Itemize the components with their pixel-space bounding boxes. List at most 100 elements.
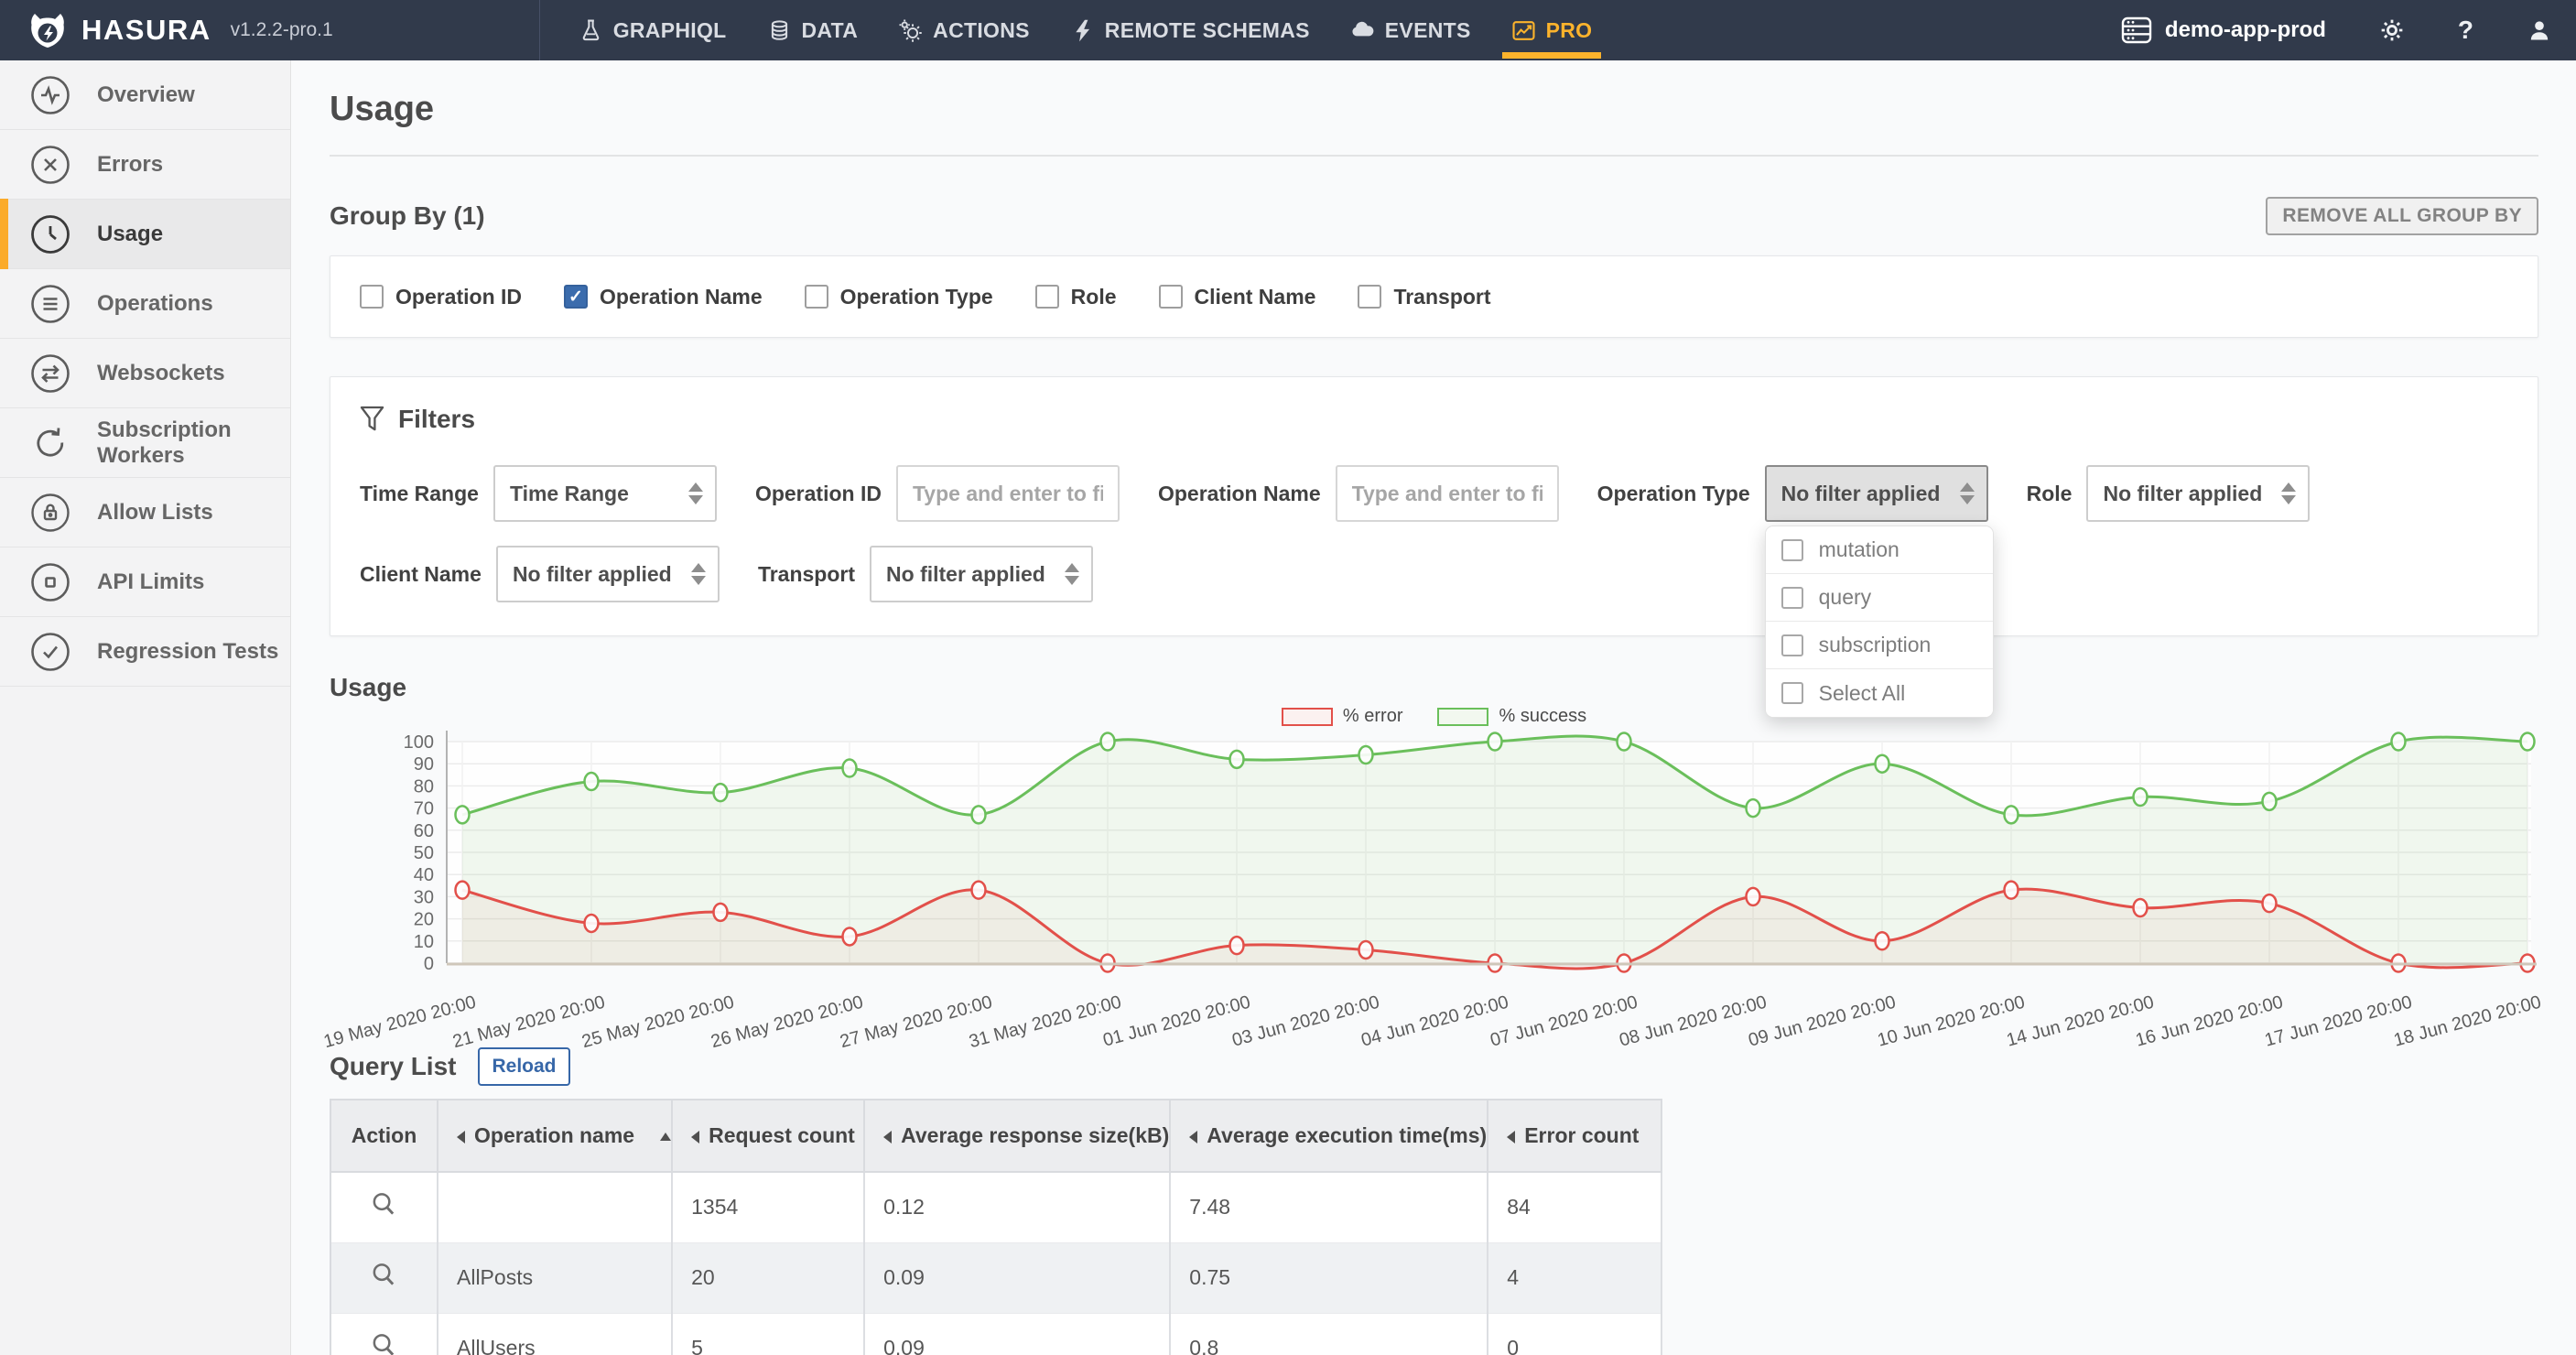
arrows-exchange-circle-icon (31, 353, 70, 393)
transport-label: Transport (757, 561, 856, 586)
sidebar-item-api-limits[interactable]: API Limits (0, 547, 290, 617)
column-header-sortable[interactable]: Average response size(kB) (864, 1100, 1172, 1173)
column-header-sortable[interactable]: Error count (1488, 1100, 1663, 1173)
operation-name-input[interactable] (1335, 465, 1559, 522)
checkbox-icon[interactable] (1158, 285, 1183, 309)
account-button[interactable] (2527, 17, 2552, 43)
database-icon (771, 19, 787, 40)
usage-line-chart: 010203040506070809010019 May 2020 20:002… (321, 731, 2543, 1052)
checkbox-checked-icon[interactable] (564, 285, 589, 309)
sidebar-item-subscription-workers[interactable]: Subscription Workers (0, 408, 290, 478)
project-switcher[interactable]: demo-app-prod (2121, 16, 2326, 44)
data-point (2261, 791, 2278, 812)
lock-circle-icon (31, 493, 70, 532)
table-cell-request_count: 1354 (672, 1172, 866, 1243)
nav-item-graphiql[interactable]: GRAPHIQL (558, 0, 747, 60)
checkbox-icon[interactable] (360, 285, 384, 309)
sidebar-item-errors[interactable]: Errors (0, 130, 290, 200)
brand[interactable]: HASURA v1.2.2-pro.1 (27, 10, 333, 50)
table-cell-error_count: 0 (1488, 1313, 1663, 1355)
sidebar-item-overview[interactable]: Overview (0, 60, 290, 130)
sidebar-item-label: Allow Lists (97, 499, 213, 525)
time-range-select[interactable]: Time Range (492, 465, 717, 522)
inspect-icon[interactable] (370, 1261, 398, 1289)
y-axis-tick: 60 (414, 821, 434, 841)
checkbox-icon[interactable] (1780, 634, 1803, 656)
sidebar-item-usage[interactable]: Usage (0, 199, 290, 269)
data-point (1874, 753, 1890, 774)
inspect-icon[interactable] (370, 1331, 398, 1355)
data-point (2003, 880, 2019, 900)
table-cell-operation_name: AllPosts (438, 1242, 674, 1314)
groupby-option[interactable]: Role (1034, 285, 1117, 309)
action-cell[interactable] (330, 1313, 438, 1355)
select-arrows-icon (1959, 482, 1975, 504)
checkbox-icon[interactable] (804, 285, 828, 309)
dropdown-option[interactable]: Select All (1765, 669, 1993, 717)
transport-select[interactable]: No filter applied (870, 546, 1094, 602)
operation-type-select[interactable]: No filter applied (1764, 465, 1988, 522)
sort-left-icon (1189, 1130, 1198, 1144)
remove-all-groupby-button[interactable]: REMOVE ALL GROUP BY (2266, 197, 2538, 235)
sidebar-item-websockets[interactable]: Websockets (0, 339, 290, 408)
column-header-sortable[interactable]: Request count (672, 1100, 866, 1173)
groupby-option[interactable]: Client Name (1158, 285, 1315, 309)
column-header-label: Action (351, 1123, 417, 1147)
table-cell-avg_response_size: 0.09 (864, 1242, 1172, 1314)
checkbox-icon[interactable] (1034, 285, 1059, 309)
data-point (1228, 935, 1245, 956)
dropdown-option[interactable]: subscription (1765, 622, 1993, 669)
sidebar-item-regression-tests[interactable]: Regression Tests (0, 617, 290, 687)
usage-chart-title: Usage (330, 673, 407, 701)
nav-item-remote-schemas[interactable]: REMOTE SCHEMAS (1050, 0, 1330, 60)
data-point (1487, 732, 1503, 752)
action-cell[interactable] (330, 1242, 438, 1314)
table-cell-avg_execution_time: 0.8 (1170, 1313, 1489, 1355)
x-axis-label: 08 Jun 2020 20:00 (1618, 992, 1770, 1051)
client-name-select[interactable]: No filter applied (495, 546, 720, 602)
dropdown-option[interactable]: mutation (1765, 526, 1993, 574)
groupby-option[interactable]: Operation ID (360, 285, 522, 309)
refresh-icon (37, 427, 64, 457)
column-header-sortable[interactable]: Average execution time(ms) (1170, 1100, 1489, 1173)
checkbox-icon[interactable] (1358, 285, 1382, 309)
nav-item-actions[interactable]: ACTIONS (878, 0, 1050, 60)
chart-legend: % error % success (330, 706, 2538, 727)
inspect-icon[interactable] (370, 1190, 398, 1219)
main-content: Usage Group By (1) REMOVE ALL GROUP BY O… (291, 60, 2576, 1355)
nav-item-events[interactable]: EVENTS (1330, 0, 1491, 60)
role-select[interactable]: No filter applied (2086, 465, 2311, 522)
groupby-option[interactable]: Operation Name (564, 285, 763, 309)
groupby-option[interactable]: Operation Type (804, 285, 993, 309)
groupby-card: Operation ID Operation Name Operation Type… (330, 255, 2538, 338)
groupby-option[interactable]: Transport (1358, 285, 1491, 309)
reload-button[interactable]: Reload (478, 1047, 570, 1086)
checkbox-icon[interactable] (1780, 586, 1803, 609)
column-header-sortable[interactable]: Operation name (438, 1100, 674, 1173)
sort-left-icon (883, 1130, 893, 1144)
data-point (583, 771, 600, 792)
filter-role: Role No filter applied (2027, 465, 2311, 522)
data-point (841, 927, 858, 947)
sidebar-item-operations[interactable]: Operations (0, 269, 290, 339)
dropdown-option[interactable]: query (1765, 574, 1993, 622)
help-button[interactable]: ? (2458, 16, 2473, 45)
y-axis-tick: 90 (414, 754, 434, 775)
x-axis-label: 16 Jun 2020 20:00 (2134, 992, 2286, 1051)
action-cell[interactable] (330, 1172, 438, 1243)
checkbox-icon[interactable] (1780, 682, 1803, 704)
nav-item-data[interactable]: DATA (747, 0, 879, 60)
pulse-circle-icon (31, 75, 70, 114)
nav-item-pro[interactable]: PRO (1491, 0, 1613, 60)
time-range-value: Time Range (509, 481, 629, 505)
select-arrows-icon (690, 563, 706, 585)
select-arrows-icon (1065, 563, 1080, 585)
settings-button[interactable] (2379, 17, 2405, 43)
data-point (454, 805, 471, 825)
sidebar-item-label: Subscription Workers (97, 417, 232, 468)
checkbox-icon[interactable] (1780, 538, 1803, 561)
y-axis-tick: 0 (424, 954, 434, 974)
success-swatch-icon (1437, 707, 1489, 726)
sidebar-item-allow-lists[interactable]: Allow Lists (0, 478, 290, 547)
operation-id-input[interactable] (895, 465, 1120, 522)
